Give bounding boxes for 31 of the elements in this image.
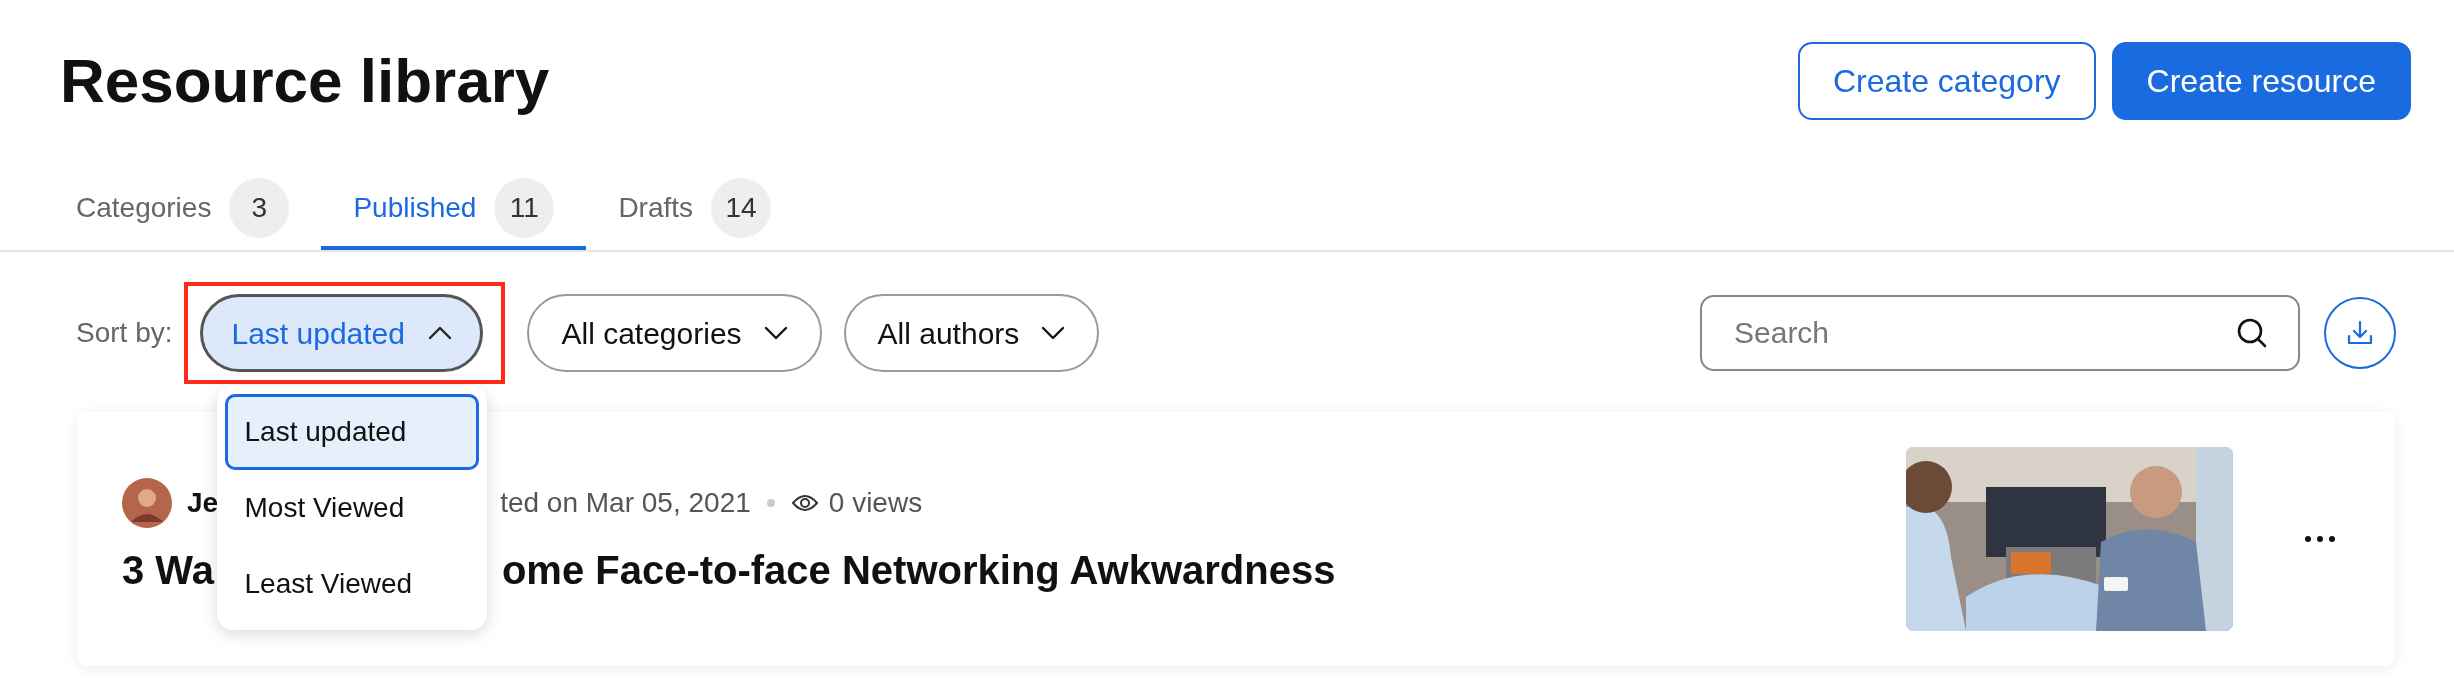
- eye-icon: [790, 493, 819, 513]
- filter-dropdown[interactable]: All authors: [843, 294, 1100, 372]
- create-category-button[interactable]: Create category: [1797, 42, 2096, 120]
- count-badge: 11: [494, 178, 555, 238]
- chevron-down-icon: [763, 326, 788, 340]
- view-count: 0 views: [828, 486, 923, 520]
- resource-title: ome Face-to-face Networking Awkwardness: [501, 547, 1336, 594]
- tab[interactable]: Published 11: [321, 170, 587, 250]
- chevron-up-icon: [428, 326, 453, 340]
- resource-title: 3 Wa: [122, 547, 214, 594]
- more-options-icon[interactable]: [2305, 536, 2335, 542]
- download-icon: [2346, 319, 2374, 347]
- search-field[interactable]: Search: [1700, 295, 2300, 371]
- page-title: Resource library: [60, 45, 550, 117]
- download-button[interactable]: [2324, 297, 2396, 369]
- author-name: Je: [187, 486, 219, 520]
- tab[interactable]: Categories 3: [44, 170, 322, 250]
- sort-label: Sort by:: [76, 316, 173, 350]
- menu-item[interactable]: Least Viewed: [225, 546, 480, 622]
- count-badge: 14: [711, 178, 772, 238]
- tab[interactable]: Drafts 14: [586, 170, 804, 250]
- avatar: [122, 478, 172, 528]
- create-resource-button[interactable]: Create resource: [2111, 42, 2411, 120]
- chevron-down-icon: [1041, 326, 1066, 340]
- search-icon: [2236, 317, 2268, 349]
- menu-item[interactable]: Most Viewed: [225, 470, 480, 546]
- sort-dropdown[interactable]: Last updated: [200, 294, 484, 372]
- count-badge: 3: [229, 178, 290, 238]
- menu-item[interactable]: Last updated: [225, 394, 480, 470]
- filter-dropdown[interactable]: All categories: [527, 294, 822, 372]
- published-date: ted on Mar 05, 2021: [500, 486, 751, 520]
